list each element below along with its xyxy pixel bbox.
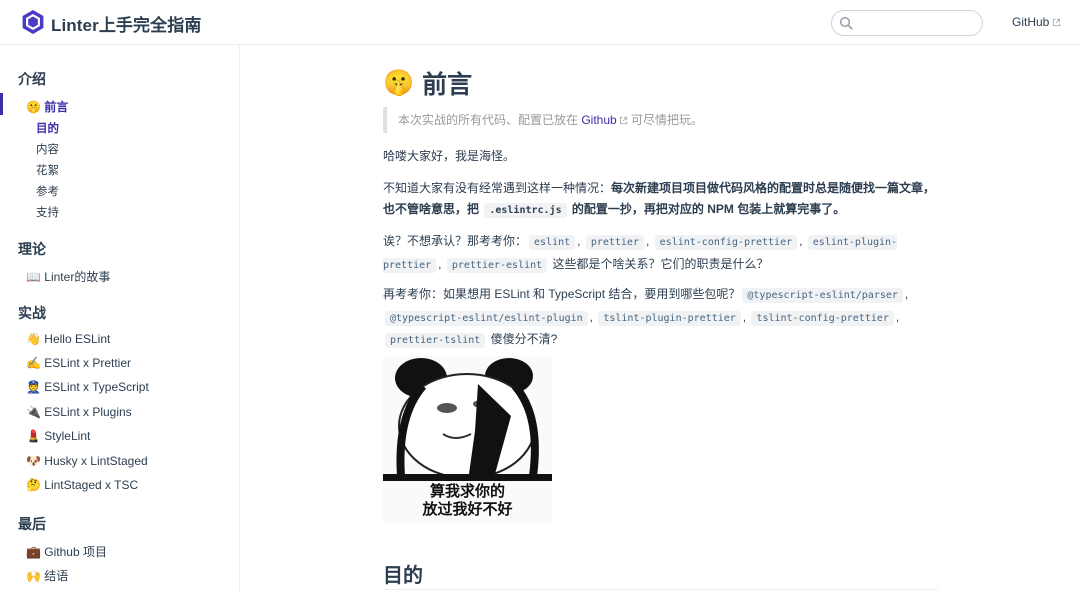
search-box[interactable]: [831, 10, 983, 36]
paragraph-bold-text: 的配置一抄，再把对应的 NPM 包装上就算完事了。: [568, 201, 846, 216]
police-officer-icon: 👮: [26, 380, 41, 394]
sidebar-item-eslint-prettier[interactable]: ✍️ ESLint x Prettier: [26, 356, 131, 370]
panda-face-illustration: [383, 356, 552, 481]
paragraph-text: 傻傻分不清?: [487, 332, 558, 346]
external-link-icon: [619, 117, 627, 125]
external-link-icon: [1053, 18, 1061, 26]
quote-text-before: 本次实战的所有代码、配置已放在: [398, 113, 582, 127]
navbar: Linter上手完全指南 GitHub: [0, 0, 1080, 45]
sidebar-item-linter-story[interactable]: 📖 Linter的故事: [26, 268, 110, 285]
sidebar-group-final[interactable]: 最后: [18, 514, 46, 534]
sidebar-item-preface[interactable]: 🤫 前言: [26, 98, 68, 115]
sidebar-group-theory[interactable]: 理论: [18, 239, 46, 259]
meme-caption-line2: 放过我好不好: [422, 501, 513, 518]
search-icon: [839, 16, 853, 30]
sidebar-item-label: Husky x LintStaged: [44, 454, 148, 468]
inline-code: prettier-eslint: [446, 257, 548, 273]
heading-divider: [383, 589, 938, 590]
plug-icon: 🔌: [26, 405, 41, 419]
sidebar-item-label: StyleLint: [44, 429, 91, 443]
waving-hand-icon: 👋: [26, 332, 41, 346]
inline-code: prettier: [585, 235, 644, 250]
sidebar-item-husky-lintstaged[interactable]: 🐶 Husky x LintStaged: [26, 454, 148, 468]
sidebar-group-intro[interactable]: 介绍: [18, 69, 46, 89]
shushing-face-icon: 🤫: [26, 100, 41, 114]
sidebar-item-eslint-typescript[interactable]: 👮 ESLint x TypeScript: [26, 380, 149, 394]
book-icon: 📖: [26, 270, 41, 284]
raising-hands-icon: 🙌: [26, 569, 41, 583]
page-title-text: 前言: [422, 71, 473, 99]
briefcase-icon: 💼: [26, 545, 41, 559]
paragraph-text: 这些都是个啥关系？它们的职责是什么？: [549, 256, 769, 271]
sidebar-item-lintstaged-tsc[interactable]: 🤔 LintStaged x TSC: [26, 478, 138, 492]
sidebar-subitem-content[interactable]: 内容: [36, 141, 59, 157]
active-indicator: [0, 93, 3, 115]
sidebar-subitem-support[interactable]: 支持: [36, 204, 59, 220]
sidebar-item-label: LintStaged x TSC: [44, 478, 139, 492]
sidebar-group-practice[interactable]: 实战: [18, 303, 46, 323]
sidebar-item-label: ESLint x Plugins: [44, 405, 132, 419]
sidebar-item-hello-eslint[interactable]: 👋 Hello ESLint: [26, 332, 110, 346]
sidebar-item-conclusion[interactable]: 🙌 结语: [26, 567, 68, 584]
quote-github-link[interactable]: Github: [581, 113, 616, 127]
sidebar-item-label: Hello ESLint: [44, 332, 111, 346]
question-paragraph: 不知道大家有没有经常遇到这样一种情况：每次新建项目项目做代码风格的配置时总是随便…: [383, 178, 943, 221]
sidebar-item-label: 前言: [44, 100, 69, 114]
inline-code: eslint-config-prettier: [654, 235, 798, 250]
section-heading-purpose: 目的: [383, 565, 423, 587]
quiz-paragraph: 诶？不想承认？那考考你： eslint, prettier, eslint-con…: [383, 234, 898, 273]
sidebar-item-eslint-plugins[interactable]: 🔌 ESLint x Plugins: [26, 405, 132, 419]
dog-face-icon: 🐶: [26, 454, 41, 468]
shushing-face-icon: 🤫: [383, 68, 415, 97]
paragraph-text: 再考考你：如果想用 ESLint 和 TypeScript 结合，要用到哪些包呢…: [383, 287, 741, 301]
inline-code: tslint-config-prettier: [751, 310, 894, 326]
lipstick-icon: 💄: [26, 429, 41, 443]
sidebar-item-label: 结语: [44, 569, 69, 583]
thinking-face-icon: 🤔: [26, 478, 41, 492]
sidebar-item-github-project[interactable]: 💼 Github 项目: [26, 543, 107, 560]
sidebar-item-label: Linter的故事: [44, 270, 111, 284]
greeting-paragraph: 哈喽大家好，我是海怪。: [383, 149, 516, 163]
paragraph-text: 诶？不想承认？那考考你：: [383, 234, 528, 248]
sidebar: 介绍 🤫 前言 目的 内容 花絮 参考 支持 理论 📖 Linter的故事 实战…: [0, 45, 240, 593]
search-input[interactable]: [858, 14, 976, 32]
inline-code: .eslintrc.js: [484, 202, 567, 218]
inline-code: tslint-plugin-prettier: [598, 310, 741, 326]
sidebar-item-label: Github 项目: [44, 545, 107, 559]
quote-text-after: 可尽情把玩。: [627, 113, 704, 127]
site-title[interactable]: Linter上手完全指南: [51, 11, 201, 36]
meme-caption-line1: 算我求你的: [429, 483, 505, 500]
inline-code: @typescript-eslint/parser: [742, 288, 903, 303]
sidebar-item-label: ESLint x Prettier: [44, 356, 131, 370]
typescript-quiz-paragraph: 再考考你：如果想用 ESLint 和 TypeScript 结合，要用到哪些包呢…: [383, 287, 909, 348]
page-title: 🤫 前言: [383, 65, 472, 101]
nav-github-link[interactable]: GitHub: [1012, 15, 1061, 29]
panda-meme-image: 算我求你的 放过我好不好: [383, 356, 552, 524]
inline-code: @typescript-eslint/eslint-plugin: [385, 310, 588, 326]
writing-hand-icon: ✍️: [26, 356, 41, 370]
sidebar-subitem-tidbits[interactable]: 花絮: [36, 162, 59, 178]
sidebar-subitem-purpose[interactable]: 目的: [36, 120, 59, 136]
intro-quote: 本次实战的所有代码、配置已放在 Github 可尽情把玩。: [383, 107, 938, 133]
inline-code: prettier-tslint: [385, 333, 486, 348]
paragraph-text: 不知道大家有没有经常遇到这样一种情况：: [383, 181, 612, 195]
sidebar-subitem-references[interactable]: 参考: [36, 183, 59, 199]
nav-github-label[interactable]: GitHub: [1012, 15, 1049, 29]
meme-caption: 算我求你的 放过我好不好: [383, 483, 552, 519]
sidebar-item-label: ESLint x TypeScript: [44, 380, 149, 394]
sidebar-item-stylelint[interactable]: 💄 StyleLint: [26, 429, 90, 443]
inline-code: eslint: [529, 235, 576, 250]
logo-icon[interactable]: [20, 9, 46, 35]
